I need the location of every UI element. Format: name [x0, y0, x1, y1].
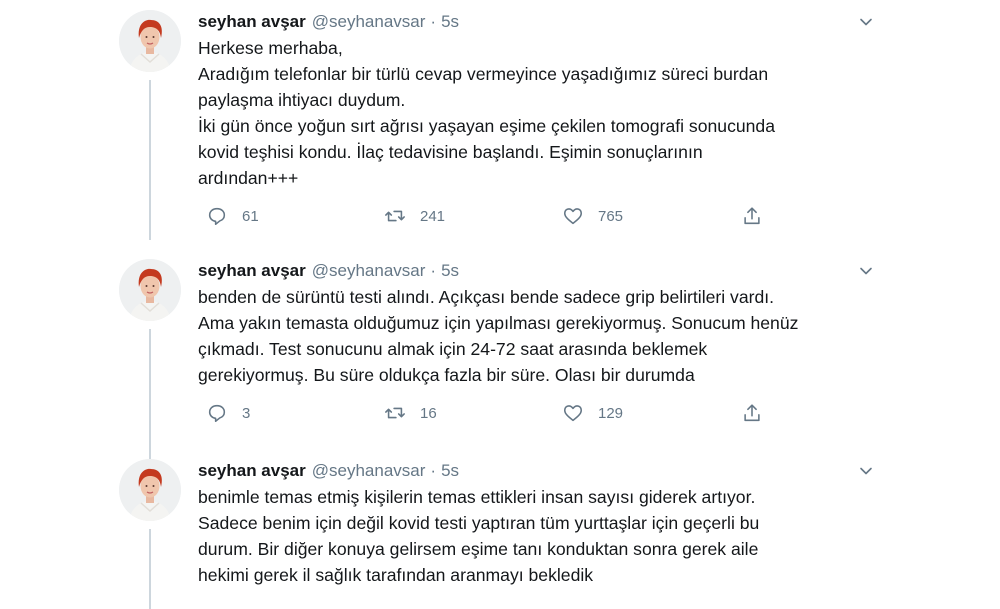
chevron-down-icon[interactable]: [857, 13, 875, 31]
tweet-line: Herkese merhaba,: [198, 38, 343, 58]
heart-icon: [563, 208, 583, 225]
tweet-header: seyhan avşar @seyhanavsar · 5s: [198, 258, 459, 284]
reply-count: 3: [242, 404, 251, 422]
tweet-2[interactable]: seyhan avşar @seyhanavsar · 5s benden de sü…: [105, 258, 895, 459]
tweet-actions: 61 241 765: [198, 203, 878, 229]
author-handle[interactable]: @seyhanavsar: [312, 461, 426, 480]
share-icon: [744, 404, 760, 422]
timestamp[interactable]: 5s: [441, 12, 459, 31]
tweet-text: benden de sürüntü testi alındı. Açıkçası…: [198, 284, 878, 388]
like-count: 129: [598, 404, 624, 422]
author-name[interactable]: seyhan avşar: [198, 261, 306, 280]
reply-icon: [208, 207, 226, 226]
tweet-line: Aradığım telefonlar bir türlü cevap verm…: [198, 64, 769, 84]
reply-button[interactable]: 61: [206, 203, 259, 229]
retweet-icon: [385, 210, 405, 222]
thread-line: [149, 329, 151, 459]
tweet-header: seyhan avşar @seyhanavsar · 5s: [198, 458, 459, 484]
tweet-line: kovid teşhisi kondu. İlaç tedavisine baş…: [198, 142, 703, 162]
tweet-line: hekimi gerek il sağlık tarafından aranma…: [198, 565, 594, 585]
chevron-down-icon[interactable]: [857, 262, 875, 280]
author-handle[interactable]: @seyhanavsar: [312, 12, 426, 31]
thread-line: [149, 80, 151, 240]
separator-dot: ·: [430, 12, 437, 31]
retweet-button[interactable]: 16: [384, 400, 437, 426]
separator-dot: ·: [430, 461, 437, 480]
tweet-line: gerekiyormuş. Bu süre oldukça fazla bir …: [198, 365, 695, 385]
like-button[interactable]: 129: [562, 400, 623, 426]
tweet-thread: seyhan avşar @seyhanavsar · 5s Herkese merh…: [105, 0, 895, 609]
like-count: 765: [598, 207, 624, 225]
timestamp[interactable]: 5s: [441, 261, 459, 280]
tweet-text: benimle temas etmiş kişilerin temas etti…: [198, 484, 878, 588]
heart-icon: [563, 405, 583, 422]
share-button[interactable]: [741, 400, 763, 426]
tweet-3[interactable]: seyhan avşar @seyhanavsar · 5s benimle tema…: [105, 458, 895, 609]
tweet-header: seyhan avşar @seyhanavsar · 5s: [198, 9, 459, 35]
timestamp[interactable]: 5s: [441, 461, 459, 480]
tweet-1[interactable]: seyhan avşar @seyhanavsar · 5s Herkese merh…: [105, 9, 895, 240]
thread-line: [149, 529, 151, 609]
tweet-line: paylaşma ihtiyacı duydum.: [198, 90, 406, 110]
chevron-down-icon[interactable]: [857, 462, 875, 480]
share-button[interactable]: [741, 203, 763, 229]
tweet-line: Sadece benim için değil kovid testi yapt…: [198, 513, 760, 533]
author-name[interactable]: seyhan avşar: [198, 461, 306, 480]
tweet-line: çıkmadı. Test sonucunu almak için 24-72 …: [198, 339, 708, 359]
reply-icon: [208, 404, 226, 423]
tweet-text: Herkese merhaba, Aradığım telefonlar bir…: [198, 35, 878, 191]
avatar[interactable]: [119, 459, 181, 521]
retweet-icon: [385, 407, 405, 419]
avatar[interactable]: [119, 10, 181, 72]
tweet-line: benimle temas etmiş kişilerin temas etti…: [198, 487, 756, 507]
tweet-line: benden de sürüntü testi alındı. Açıkçası…: [198, 287, 775, 307]
share-icon: [744, 207, 760, 225]
retweet-count: 241: [420, 207, 446, 225]
reply-count: 61: [242, 207, 259, 225]
author-name[interactable]: seyhan avşar: [198, 12, 306, 31]
retweet-button[interactable]: 241: [384, 203, 445, 229]
tweet-line: durum. Bir diğer konuya gelirsem eşime t…: [198, 539, 759, 559]
tweet-line: Ama yakın temasta olduğumuz için yapılma…: [198, 313, 799, 333]
reply-button[interactable]: 3: [206, 400, 250, 426]
author-handle[interactable]: @seyhanavsar: [312, 261, 426, 280]
retweet-count: 16: [420, 404, 437, 422]
like-button[interactable]: 765: [562, 203, 623, 229]
tweet-line: İki gün önce yoğun sırt ağrısı yaşayan e…: [198, 116, 776, 136]
avatar[interactable]: [119, 259, 181, 321]
separator-dot: ·: [430, 261, 437, 280]
tweet-actions: 3 16 129: [198, 400, 878, 426]
page: seyhan avşar @seyhanavsar · 5s Herkese merh…: [0, 0, 1000, 609]
tweet-line: ardından+++: [198, 168, 299, 188]
